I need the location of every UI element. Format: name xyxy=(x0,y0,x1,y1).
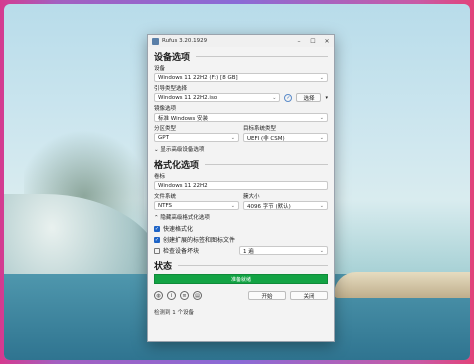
device-options-title: 设备选项 xyxy=(154,53,191,63)
advanced-format-toggle-label: 隐藏高级格式化选项 xyxy=(160,215,210,221)
settings-icon[interactable]: ≡ xyxy=(180,291,189,300)
device-options-heading: 设备选项 xyxy=(148,47,334,63)
log-icon[interactable]: ▤ xyxy=(193,291,202,300)
image-option-label: 镜像选项 xyxy=(154,106,177,112)
file-system-select[interactable]: NTFS ⌄ xyxy=(154,201,239,210)
image-option-select[interactable]: 标准 Windows 安装 ⌄ xyxy=(154,113,328,122)
bad-blocks-label: 检查设备坏块 xyxy=(163,248,200,255)
chevron-down-icon: ⌄ xyxy=(319,202,324,209)
image-option-value: 标准 Windows 安装 xyxy=(158,115,209,122)
chevron-down-icon: ⌄ xyxy=(319,247,324,254)
chevron-down-icon: ⌄ xyxy=(230,134,235,141)
chevron-down-icon: ⌄ xyxy=(319,134,324,141)
close-window-button[interactable]: ✕ xyxy=(320,38,334,45)
target-system-value: UEFI (非 CSM) xyxy=(247,135,285,142)
hide-advanced-format-toggle[interactable]: ⌃ 隐藏高级格式化选项 xyxy=(148,211,334,223)
quick-format-checkbox[interactable]: ✓ 快速格式化 xyxy=(148,223,334,234)
cluster-size-label: 簇大小 xyxy=(243,194,260,200)
chevron-down-icon: ⌄ xyxy=(272,94,277,101)
file-system-value: NTFS xyxy=(158,202,173,209)
partition-scheme-select[interactable]: GPT ⌄ xyxy=(154,133,239,142)
chevron-down-icon: ⌄ xyxy=(154,147,159,153)
device-label: 设备 xyxy=(154,66,166,72)
extended-label-checkbox[interactable]: ✓ 创建扩展的标签和图标文件 xyxy=(148,234,334,245)
section-divider xyxy=(205,164,328,165)
select-dropdown-icon[interactable]: ▾ xyxy=(325,95,328,101)
usb-drive-icon xyxy=(152,37,159,45)
boot-selection-value: Windows 11 22H2.iso xyxy=(158,94,218,101)
format-options-title: 格式化选项 xyxy=(154,161,200,171)
volume-label-value: Windows 11 22H2 xyxy=(158,182,208,189)
extended-label-text: 创建扩展的标签和图标文件 xyxy=(163,237,236,244)
section-divider xyxy=(178,265,328,266)
device-select[interactable]: Windows 11 22H2 (F:) [8 GB] ⌄ xyxy=(154,73,328,82)
progress-bar: 准备就绪 xyxy=(154,274,328,284)
verify-checkmark-icon[interactable]: ✓ xyxy=(284,93,293,102)
info-icon[interactable]: i xyxy=(167,291,176,300)
wallpaper-island xyxy=(334,272,470,298)
quick-format-label: 快速格式化 xyxy=(163,226,194,233)
passes-value: 1 遍 xyxy=(243,248,254,255)
chevron-up-icon: ⌃ xyxy=(154,215,159,221)
format-options-heading: 格式化选项 xyxy=(148,155,334,171)
chevron-down-icon: ⌄ xyxy=(319,74,324,81)
cluster-size-select[interactable]: 4096 字节 (默认) ⌄ xyxy=(243,201,328,210)
bad-blocks-checkbox[interactable]: 检查设备坏块 xyxy=(154,246,235,255)
cluster-size-value: 4096 字节 (默认) xyxy=(247,203,291,210)
bottom-toolbar: ◍ i ≡ ▤ 开始 关闭 xyxy=(148,286,334,302)
device-select-value: Windows 11 22H2 (F:) [8 GB] xyxy=(158,74,238,81)
desktop-wallpaper: Rufus 3.20.1929 – ☐ ✕ 设备选项 设备 Windows 11… xyxy=(4,4,470,360)
target-system-label: 目标系统类型 xyxy=(243,126,277,132)
file-system-label: 文件系统 xyxy=(154,194,177,200)
chevron-down-icon: ⌄ xyxy=(319,114,324,121)
checkbox-checked-icon: ✓ xyxy=(154,236,160,243)
checkbox-unchecked-icon xyxy=(154,247,160,254)
globe-icon[interactable]: ◍ xyxy=(154,291,163,300)
partition-scheme-value: GPT xyxy=(158,134,169,141)
partition-scheme-label: 分区类型 xyxy=(154,126,177,132)
boot-selection-select[interactable]: Windows 11 22H2.iso ⌄ xyxy=(154,93,281,102)
maximize-button[interactable]: ☐ xyxy=(306,38,320,45)
show-advanced-device-toggle[interactable]: ⌄ 显示高级设备选项 xyxy=(148,143,334,155)
advanced-device-toggle-label: 显示高级设备选项 xyxy=(160,147,205,153)
window-title: Rufus 3.20.1929 xyxy=(162,38,208,44)
boot-selection-label: 引导类型选择 xyxy=(154,86,188,92)
target-system-select[interactable]: UEFI (非 CSM) ⌄ xyxy=(243,133,328,142)
minimize-button[interactable]: – xyxy=(292,38,306,45)
select-iso-button[interactable]: 选择 xyxy=(296,93,322,102)
chevron-down-icon: ⌄ xyxy=(230,202,235,209)
checkbox-checked-icon: ✓ xyxy=(154,225,160,232)
section-divider xyxy=(196,56,328,57)
title-bar[interactable]: Rufus 3.20.1929 – ☐ ✕ xyxy=(148,35,334,47)
volume-label-input[interactable]: Windows 11 22H2 xyxy=(154,181,328,190)
rufus-window: Rufus 3.20.1929 – ☐ ✕ 设备选项 设备 Windows 11… xyxy=(147,34,335,342)
volume-label-label: 卷标 xyxy=(154,174,166,180)
start-button[interactable]: 开始 xyxy=(248,291,286,300)
passes-select[interactable]: 1 遍 ⌄ xyxy=(239,246,328,255)
status-bar-text: 检测到 1 个设备 xyxy=(154,310,194,316)
status-heading: 状态 xyxy=(148,256,334,272)
close-button[interactable]: 关闭 xyxy=(290,291,328,300)
status-title: 状态 xyxy=(154,262,173,272)
